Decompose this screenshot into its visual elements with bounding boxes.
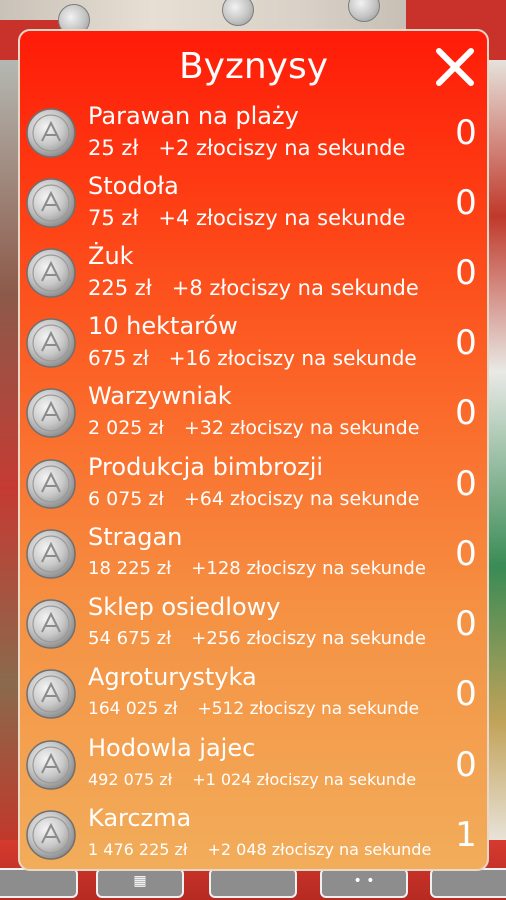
business-name: Stodoła bbox=[88, 172, 179, 200]
dots-icon: • • bbox=[353, 873, 375, 889]
business-row[interactable]: Warzywniak 2 025 zł +32 złociszy na sekun… bbox=[22, 381, 492, 447]
business-price: 18 225 zł bbox=[88, 558, 172, 579]
business-name: Produkcja bimbrozji bbox=[88, 453, 324, 481]
shop-icon: ▦ bbox=[133, 873, 147, 889]
business-name: Warzywniak bbox=[88, 382, 232, 410]
coin-icon bbox=[26, 248, 76, 298]
business-row[interactable]: Karczma 1 476 225 zł +2 048 złociszy na s… bbox=[22, 803, 492, 869]
business-details: 2 025 zł +32 złociszy na sekunde bbox=[88, 415, 419, 441]
coin-icon bbox=[26, 459, 76, 509]
business-price: 492 075 zł bbox=[88, 770, 173, 789]
business-row[interactable]: Hodowla jajec 492 075 zł +1 024 złociszy … bbox=[22, 733, 492, 799]
business-name: Stragan bbox=[88, 523, 183, 551]
business-income: +8 złociszy na sekunde bbox=[171, 276, 419, 300]
bottom-more-button[interactable]: • • bbox=[320, 868, 408, 898]
business-details: 225 zł +8 złociszy na sekunde bbox=[88, 275, 419, 301]
bottom-menu-button[interactable] bbox=[209, 868, 297, 898]
business-price: 54 675 zł bbox=[88, 628, 172, 649]
business-owned-count: 0 bbox=[455, 745, 477, 785]
dialog-title: Byznysy bbox=[178, 46, 329, 87]
coin-icon bbox=[26, 740, 76, 790]
business-price: 225 zł bbox=[88, 276, 152, 300]
bottom-menu-button[interactable] bbox=[0, 868, 78, 898]
business-row[interactable]: Stragan 18 225 zł +128 złociszy na sekund… bbox=[22, 522, 492, 588]
business-price: 75 zł bbox=[88, 206, 139, 230]
bottom-menu-button[interactable] bbox=[430, 868, 506, 898]
bottom-shop-button[interactable]: ▦ bbox=[96, 868, 184, 898]
close-x-icon bbox=[436, 48, 474, 86]
business-price: 2 025 zł bbox=[88, 417, 164, 439]
business-owned-count: 0 bbox=[455, 604, 477, 644]
business-price: 6 075 zł bbox=[88, 488, 164, 510]
coin-icon bbox=[26, 810, 76, 860]
business-row[interactable]: Agroturystyka 164 025 zł +512 złociszy na… bbox=[22, 662, 492, 728]
business-owned-count: 0 bbox=[455, 393, 477, 433]
business-owned-count: 0 bbox=[455, 113, 477, 153]
close-button[interactable] bbox=[433, 45, 477, 89]
business-details: 492 075 zł +1 024 złociszy na sekunde bbox=[88, 767, 416, 793]
coin-icon bbox=[26, 599, 76, 649]
business-details: 54 675 zł +256 złociszy na sekunde bbox=[88, 626, 426, 652]
business-price: 25 zł bbox=[88, 136, 139, 160]
business-name: Żuk bbox=[88, 242, 134, 270]
business-row[interactable]: 10 hektarów 675 zł +16 złociszy na sekund… bbox=[22, 311, 492, 377]
business-details: 25 zł +2 złociszy na sekunde bbox=[88, 135, 405, 161]
business-owned-count: 0 bbox=[455, 323, 477, 363]
business-details: 675 zł +16 złociszy na sekunde bbox=[88, 345, 417, 371]
business-details: 164 025 zł +512 złociszy na sekunde bbox=[88, 696, 419, 722]
business-income: +2 złociszy na sekunde bbox=[158, 136, 406, 160]
business-income: +4 złociszy na sekunde bbox=[158, 206, 406, 230]
business-income: +16 złociszy na sekunde bbox=[168, 346, 417, 370]
business-name: Sklep osiedlowy bbox=[88, 593, 281, 621]
coin-icon bbox=[26, 529, 76, 579]
business-income: +64 złociszy na sekunde bbox=[183, 488, 420, 510]
business-details: 1 476 225 zł +2 048 złociszy na sekunde bbox=[88, 837, 431, 863]
business-income: +512 złociszy na sekunde bbox=[197, 699, 420, 719]
coin-icon bbox=[26, 108, 76, 158]
business-row[interactable]: Parawan na plaży 25 zł +2 złociszy na sek… bbox=[22, 101, 492, 167]
business-name: Karczma bbox=[88, 804, 192, 832]
business-row[interactable]: Stodoła 75 zł +4 złociszy na sekunde 0 bbox=[22, 171, 492, 237]
business-owned-count: 0 bbox=[455, 534, 477, 574]
business-row[interactable]: Sklep osiedlowy 54 675 zł +256 złociszy n… bbox=[22, 592, 492, 658]
business-name: Hodowla jajec bbox=[88, 734, 256, 762]
business-income: +1 024 złociszy na sekunde bbox=[192, 770, 417, 789]
business-income: +128 złociszy na sekunde bbox=[191, 558, 426, 579]
business-price: 675 zł bbox=[88, 346, 149, 370]
business-owned-count: 0 bbox=[455, 464, 477, 504]
business-details: 75 zł +4 złociszy na sekunde bbox=[88, 205, 405, 231]
business-name: Parawan na plaży bbox=[88, 102, 299, 130]
business-income: +32 złociszy na sekunde bbox=[183, 417, 420, 439]
business-price: 164 025 zł bbox=[88, 699, 178, 719]
business-income: +2 048 złociszy na sekunde bbox=[207, 840, 432, 859]
business-row[interactable]: Żuk 225 zł +8 złociszy na sekunde 0 bbox=[22, 241, 492, 307]
coin-icon bbox=[26, 669, 76, 719]
coin-icon bbox=[26, 388, 76, 438]
business-owned-count: 0 bbox=[455, 183, 477, 223]
business-owned-count: 1 bbox=[455, 815, 477, 855]
coin-icon bbox=[26, 318, 76, 368]
business-owned-count: 0 bbox=[455, 674, 477, 714]
business-price: 1 476 225 zł bbox=[88, 840, 188, 859]
coin-icon bbox=[26, 178, 76, 228]
business-row[interactable]: Produkcja bimbrozji 6 075 zł +64 złociszy… bbox=[22, 452, 492, 518]
business-income: +256 złociszy na sekunde bbox=[191, 628, 426, 649]
business-owned-count: 0 bbox=[455, 253, 477, 293]
business-details: 18 225 zł +128 złociszy na sekunde bbox=[88, 556, 426, 582]
business-name: Agroturystyka bbox=[88, 663, 257, 691]
business-name: 10 hektarów bbox=[88, 312, 238, 340]
business-details: 6 075 zł +64 złociszy na sekunde bbox=[88, 486, 419, 512]
